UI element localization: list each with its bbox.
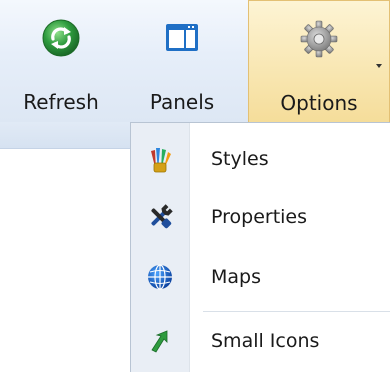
ribbon-toolbar: Refresh Panels Options bbox=[0, 0, 390, 122]
panels-icon bbox=[162, 18, 202, 58]
menu-item-properties-label: Properties bbox=[211, 206, 308, 228]
menu-separator bbox=[203, 311, 390, 312]
options-dropdown-menu: Styles Properties Maps Small Icons bbox=[130, 122, 390, 372]
small-icons-icon bbox=[145, 326, 175, 356]
brushes-icon bbox=[145, 144, 175, 174]
menu-item-maps[interactable]: Maps bbox=[131, 249, 390, 305]
gear-icon bbox=[299, 19, 339, 59]
options-button[interactable]: Options bbox=[248, 0, 390, 122]
menu-item-small-icons[interactable]: Small Icons bbox=[131, 313, 390, 369]
panels-button[interactable]: Panels bbox=[125, 0, 239, 122]
refresh-icon bbox=[41, 18, 81, 58]
menu-item-small-icons-label: Small Icons bbox=[211, 330, 320, 352]
menu-item-styles[interactable]: Styles bbox=[131, 131, 390, 187]
menu-item-maps-label: Maps bbox=[211, 266, 261, 288]
options-label: Options bbox=[280, 91, 358, 115]
menu-item-styles-label: Styles bbox=[211, 148, 269, 170]
menu-item-properties[interactable]: Properties bbox=[131, 189, 390, 245]
panels-label: Panels bbox=[149, 90, 215, 114]
globe-icon bbox=[145, 262, 175, 292]
tools-icon bbox=[145, 202, 175, 232]
refresh-button[interactable]: Refresh bbox=[0, 0, 122, 122]
refresh-label: Refresh bbox=[23, 90, 99, 114]
chevron-down-icon bbox=[376, 64, 382, 68]
